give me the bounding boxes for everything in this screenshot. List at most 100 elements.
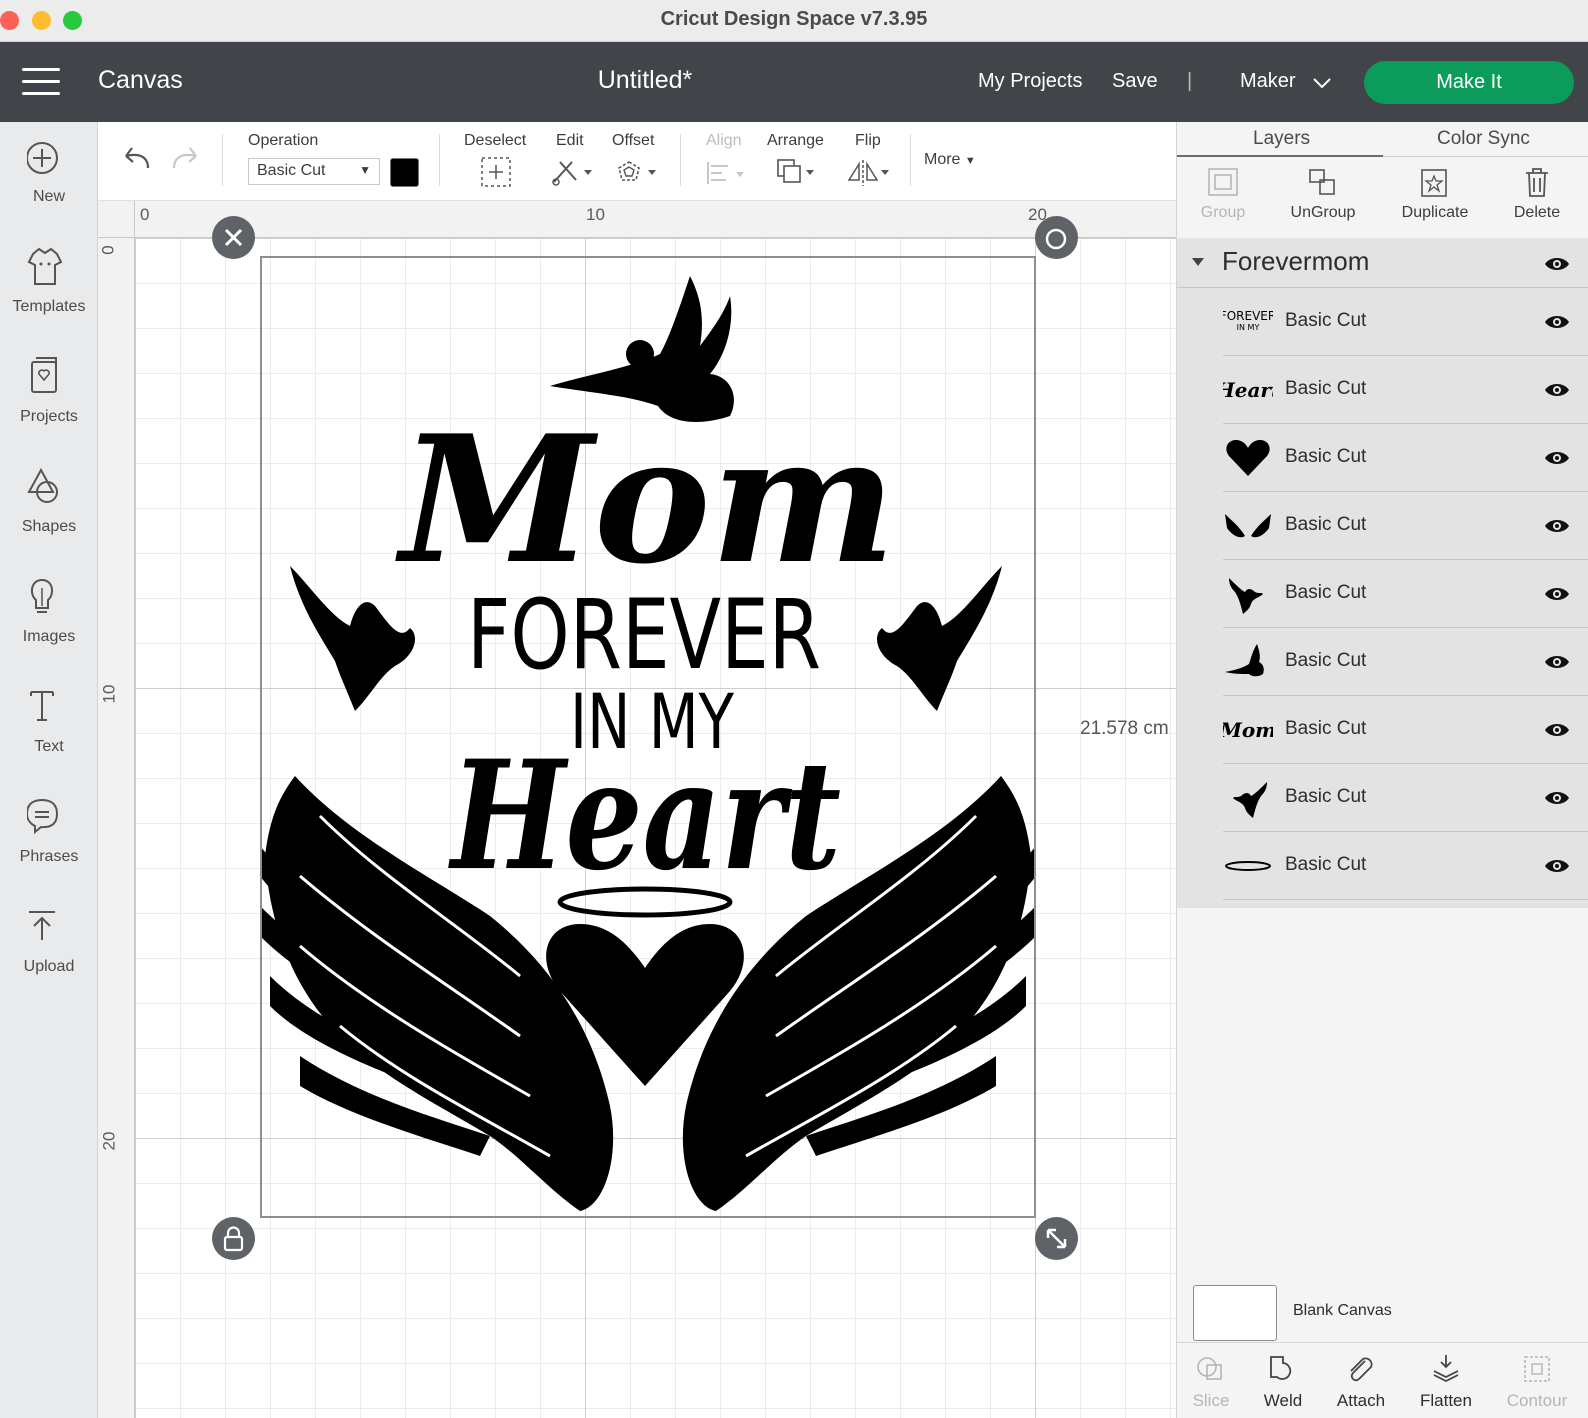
dropdown-caret-icon: ▼ [359,163,371,177]
eye-icon[interactable] [1544,518,1570,534]
eye-icon[interactable] [1544,586,1570,602]
layer-row[interactable]: Basic Cut [1223,628,1588,696]
flatten-icon [1433,1355,1459,1383]
flip-icon[interactable] [847,158,893,190]
design-canvas[interactable]: 0 10 20 0 10 20 Mom FOREVER IN MY Heart [98,201,1176,1418]
blank-canvas-swatch[interactable] [1193,1285,1277,1341]
active-tab-indicator [1177,155,1383,157]
speech-bubble-icon [27,798,59,835]
sidebar-item-label: Images [22,628,76,645]
rotate-icon [1045,228,1067,250]
sidebar-item-label: Phrases [19,848,79,865]
eye-icon[interactable] [1544,722,1570,738]
sidebar-item-templates[interactable]: Templates [0,232,98,332]
collapse-triangle-icon[interactable] [1191,256,1207,268]
eye-icon[interactable] [1544,790,1570,806]
app-header: Canvas Untitled* My Projects Save | Make… [0,42,1588,122]
layer-row[interactable]: Heart Basic Cut [1223,356,1588,424]
ruler-number: 20 [99,1131,119,1151]
lock-handle[interactable] [212,1217,255,1260]
title-bar: Cricut Design Space v7.3.95 [0,0,1588,42]
eye-icon[interactable] [1544,654,1570,670]
height-dimension-label: 21.578 cm [1080,718,1169,739]
delete-label: Delete [1513,204,1561,221]
project-title[interactable]: Untitled* [0,66,1290,95]
heart-text-thumbnail: Heart [1223,378,1273,402]
toolbar-separator [222,134,223,186]
layer-group-name: Forevermom [1222,246,1370,276]
sidebar-item-images[interactable]: Images [0,562,98,662]
sidebar-item-projects[interactable]: Projects [0,342,98,442]
make-it-button[interactable]: Make It [1364,61,1574,104]
layer-name: Basic Cut [1285,582,1367,603]
layer-row[interactable]: FOREVER IN MY Basic Cut [1223,288,1588,356]
edit-scissors-icon[interactable] [550,158,596,188]
layer-row[interactable]: Basic Cut [1223,560,1588,628]
machine-selector[interactable]: Maker [1240,70,1296,93]
sidebar-item-label: Templates [12,298,86,315]
tab-color-sync[interactable]: Color Sync [1437,128,1530,150]
layer-row[interactable]: Basic Cut [1223,424,1588,492]
delete-handle[interactable] [212,216,255,259]
layer-row[interactable]: Mom Basic Cut [1223,696,1588,764]
offset-icon[interactable] [616,158,662,188]
contour-icon [1524,1356,1550,1382]
sidebar-item-phrases[interactable]: Phrases [0,782,98,882]
rotate-handle[interactable] [1035,216,1078,259]
deselect-icon[interactable] [480,156,512,188]
layer-row[interactable]: Basic Cut [1223,492,1588,560]
ruler-number: 10 [99,684,119,704]
more-menu[interactable]: More ▼ [924,151,976,169]
flatten-label: Flatten [1420,1391,1472,1410]
layer-name: Basic Cut [1285,650,1367,671]
operation-select[interactable]: Basic Cut ▼ [248,158,380,185]
vertical-ruler: 0 10 20 [98,238,135,1418]
sidebar-item-shapes[interactable]: Shapes [0,452,98,552]
layer-group-row[interactable]: Forevermom [1177,238,1588,288]
ruler-corner [98,201,135,238]
mom-text-thumbnail: Mom [1223,718,1273,742]
group-label: Group [1200,204,1246,221]
eye-icon[interactable] [1544,450,1570,466]
resize-handle[interactable] [1035,1217,1078,1260]
chevron-down-icon[interactable] [1312,76,1332,90]
align-icon[interactable] [706,160,750,188]
eye-icon[interactable] [1544,858,1570,874]
sidebar-item-label: Shapes [21,518,77,535]
arrange-icon[interactable] [776,158,820,190]
sidebar-item-upload[interactable]: Upload [0,892,98,992]
my-projects-link[interactable]: My Projects [978,70,1082,93]
heart-shape-thumbnail [1226,440,1270,476]
projects-icon [31,357,57,393]
trash-icon [1526,168,1548,197]
selection-bounding-box[interactable] [260,256,1036,1218]
deselect-label: Deselect [464,132,527,149]
layer-row[interactable]: Basic Cut [1223,832,1588,900]
forever-text-thumbnail: FOREVERIN MY [1223,309,1273,332]
contour-label: Contour [1506,1391,1568,1410]
eye-icon[interactable] [1544,256,1570,272]
slice-icon [1197,1357,1222,1380]
shapes-icon [27,467,58,503]
dove-right-thumbnail [1229,578,1263,614]
layer-row[interactable]: Basic Cut [1223,764,1588,832]
redo-icon[interactable] [170,144,204,174]
undo-icon[interactable] [118,144,152,174]
dove-left-thumbnail [1233,782,1267,818]
lock-icon [223,1226,244,1252]
eye-icon[interactable] [1544,382,1570,398]
eye-icon[interactable] [1544,314,1570,330]
tab-layers[interactable]: Layers [1253,128,1310,150]
color-swatch[interactable] [390,158,419,187]
ruler-number: 0 [98,245,118,255]
sidebar-item-new[interactable]: New [0,122,98,222]
sidebar-item-text[interactable]: Text [0,672,98,772]
sidebar-item-label: Text [34,738,64,755]
flip-label: Flip [855,132,881,149]
blank-canvas-label: Blank Canvas [1293,1302,1392,1319]
duplicate-label: Duplicate [1401,204,1469,221]
duplicate-icon [1421,169,1447,197]
save-button[interactable]: Save [1112,70,1158,93]
offset-label: Offset [612,132,655,149]
layer-name: Basic Cut [1285,378,1367,399]
